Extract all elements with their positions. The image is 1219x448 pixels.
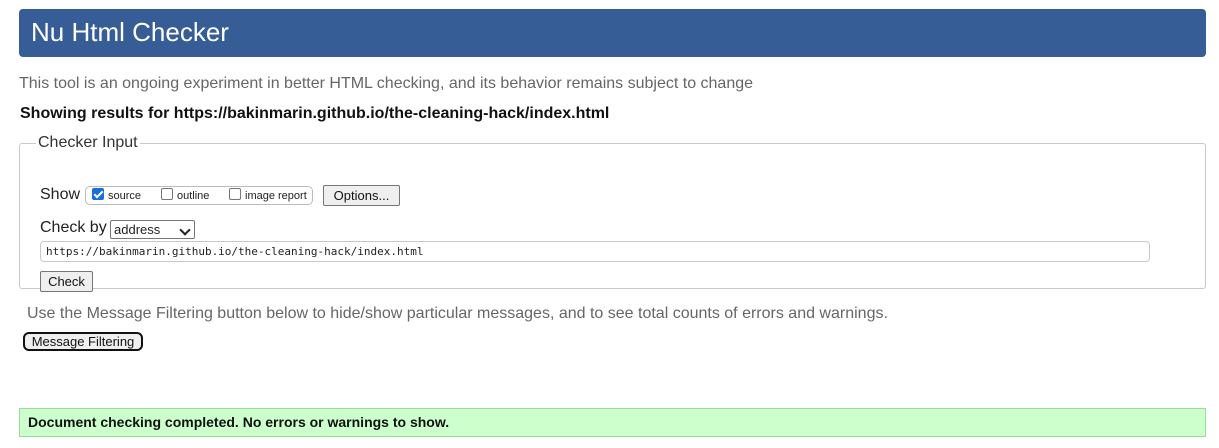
- message-filtering-button[interactable]: Message Filtering: [23, 332, 143, 351]
- options-button[interactable]: Options...: [323, 185, 400, 206]
- show-options-group: source outline image report: [85, 186, 313, 205]
- result-success-message: Document checking completed. No errors o…: [19, 408, 1206, 437]
- check-button[interactable]: Check: [40, 271, 93, 292]
- check-by-select[interactable]: address: [110, 220, 195, 239]
- header-bar: Nu Html Checker: [19, 9, 1206, 57]
- checker-input-fieldset: Checker Input Show source outline image …: [19, 134, 1206, 292]
- check-by-label: Check by: [40, 219, 107, 236]
- checker-input-legend: Checker Input: [38, 134, 138, 151]
- image-report-checkbox-label[interactable]: image report: [245, 190, 307, 203]
- image-report-checkbox[interactable]: [229, 188, 241, 200]
- source-checkbox-label[interactable]: source: [108, 190, 141, 203]
- showing-results-text: Showing results for https://bakinmarin.g…: [20, 105, 610, 122]
- outline-checkbox-label[interactable]: outline: [177, 190, 209, 203]
- intro-text: This tool is an ongoing experiment in be…: [19, 75, 754, 92]
- show-label: Show: [40, 186, 81, 203]
- message-filtering-info: Use the Message Filtering button below t…: [27, 305, 888, 322]
- url-input[interactable]: https://bakinmarin.github.io/the-cleanin…: [40, 241, 1150, 262]
- outline-checkbox[interactable]: [161, 188, 173, 200]
- chevron-down-icon: [179, 224, 191, 236]
- source-checkbox[interactable]: [92, 188, 104, 200]
- page-title: Nu Html Checker: [31, 17, 229, 47]
- check-by-value: address: [114, 222, 161, 237]
